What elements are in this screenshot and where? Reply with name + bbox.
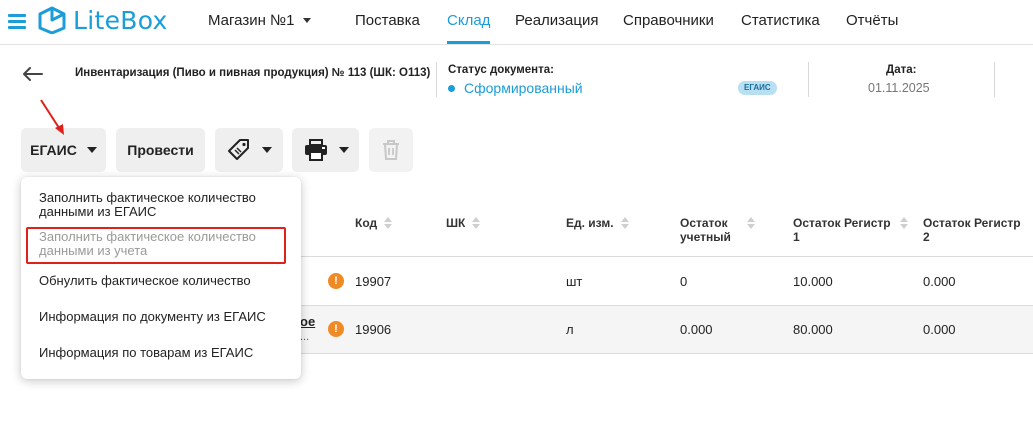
sort-icon[interactable] bbox=[620, 217, 630, 229]
egais-badge: ЕГАИС bbox=[738, 81, 777, 95]
status-label: Статус документа: bbox=[448, 64, 554, 76]
egais-dropdown-menu: Заполнить фактическое количество данными… bbox=[21, 177, 301, 379]
caret-down-icon bbox=[86, 147, 97, 153]
print-dropdown-button[interactable] bbox=[292, 128, 359, 172]
product-name-link[interactable]: ое bbox=[300, 314, 315, 329]
cell-register2: 0.000 bbox=[923, 322, 956, 337]
date-value: 01.11.2025 bbox=[868, 81, 930, 95]
status-text: Сформированный bbox=[464, 80, 583, 96]
menu-icon[interactable] bbox=[8, 14, 26, 29]
brand-name: LiteBox bbox=[73, 5, 168, 35]
conduct-button[interactable]: Провести bbox=[116, 128, 205, 172]
cell-register1: 80.000 bbox=[793, 322, 833, 337]
cell-unit: л bbox=[566, 322, 574, 337]
menu-item-products-info[interactable]: Информация по товарам из ЕГАИС bbox=[39, 346, 294, 360]
delete-button[interactable] bbox=[369, 128, 413, 172]
status-value: Сформированный bbox=[448, 80, 583, 96]
tag-dropdown-button[interactable] bbox=[215, 128, 283, 172]
cell-register2: 0.000 bbox=[923, 274, 956, 289]
back-arrow-icon[interactable] bbox=[22, 66, 44, 82]
cell-unit: шт bbox=[566, 274, 583, 289]
caret-down-icon bbox=[338, 147, 349, 153]
column-header-register2[interactable]: Остаток Регистр 2 bbox=[923, 216, 1028, 244]
nav-postavka[interactable]: Поставка bbox=[355, 12, 420, 29]
table-divider bbox=[300, 353, 1033, 354]
cell-stock: 0.000 bbox=[680, 322, 713, 337]
sort-icon[interactable] bbox=[747, 217, 756, 229]
column-header-stock[interactable]: Остаток учетный bbox=[680, 216, 770, 244]
divider bbox=[436, 62, 437, 97]
annotation-highlight bbox=[26, 227, 286, 264]
menu-item-fill-from-egais[interactable]: Заполнить фактическое количество данными… bbox=[39, 191, 294, 219]
printer-icon bbox=[304, 139, 327, 161]
column-header-code[interactable]: Код bbox=[355, 216, 393, 230]
product-name-secondary: ... bbox=[300, 331, 310, 343]
price-tag-icon bbox=[228, 139, 249, 160]
egais-button-label: ЕГАИС bbox=[30, 142, 77, 158]
column-header-unit[interactable]: Ед. изм. bbox=[566, 216, 630, 230]
litebox-logo-icon bbox=[38, 6, 66, 34]
column-header-barcode[interactable]: ШК bbox=[446, 216, 481, 230]
divider bbox=[994, 62, 995, 97]
trash-icon bbox=[383, 140, 399, 160]
document-title: Инвентаризация (Пиво и пивная продукция)… bbox=[75, 67, 431, 79]
status-dot-icon bbox=[448, 84, 455, 92]
menu-item-reset-quantity[interactable]: Обнулить фактическое количество bbox=[39, 274, 294, 288]
cell-register1: 10.000 bbox=[793, 274, 833, 289]
cell-code: 19907 bbox=[355, 274, 392, 289]
annotation-arrow-icon bbox=[40, 99, 64, 135]
cell-code: 19906 bbox=[355, 322, 392, 337]
date-label: Дата: bbox=[886, 64, 917, 76]
nav-sklad[interactable]: Склад bbox=[447, 12, 490, 29]
sort-icon[interactable] bbox=[384, 217, 393, 229]
table-divider bbox=[300, 256, 1033, 257]
table-divider bbox=[300, 305, 1033, 306]
warning-icon[interactable]: ! bbox=[328, 321, 344, 337]
menu-item-document-info[interactable]: Информация по документу из ЕГАИС bbox=[39, 310, 294, 324]
cell-stock: 0 bbox=[680, 274, 688, 289]
caret-down-icon bbox=[262, 147, 272, 153]
sort-icon[interactable] bbox=[900, 217, 909, 229]
logo[interactable]: LiteBox bbox=[37, 5, 168, 35]
warning-icon[interactable]: ! bbox=[328, 273, 344, 289]
nav-statistika[interactable]: Статистика bbox=[741, 12, 820, 29]
store-name: Магазин №1 bbox=[208, 12, 295, 29]
active-tab-indicator bbox=[447, 41, 490, 44]
divider bbox=[808, 62, 809, 97]
nav-realizatsiya[interactable]: Реализация bbox=[515, 12, 598, 29]
nav-spravochniki[interactable]: Справочники bbox=[623, 12, 714, 29]
store-selector[interactable]: Магазин №1 bbox=[208, 12, 312, 29]
nav-otchety[interactable]: Отчёты bbox=[846, 12, 898, 29]
column-header-register1[interactable]: Остаток Регистр 1 bbox=[793, 216, 911, 244]
top-navigation: LiteBox Магазин №1 Поставка Склад Реализ… bbox=[0, 0, 1033, 45]
sort-icon[interactable] bbox=[472, 217, 481, 229]
chevron-down-icon bbox=[303, 18, 312, 23]
